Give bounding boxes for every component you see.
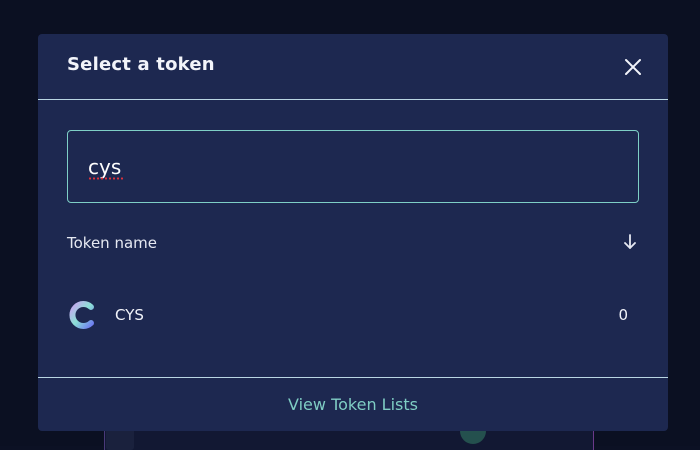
arrow-down-icon xyxy=(624,234,636,249)
modal-header: Select a token xyxy=(38,34,668,100)
token-list-item[interactable]: CYS 0 xyxy=(38,292,668,340)
close-icon xyxy=(625,59,641,75)
footer-divider xyxy=(38,377,668,378)
token-search-input[interactable] xyxy=(67,130,639,203)
close-button[interactable] xyxy=(622,56,644,78)
token-balance: 0 xyxy=(618,306,628,324)
token-name-sort-label: Token name xyxy=(67,234,157,252)
spellcheck-underline xyxy=(88,177,124,180)
sort-button[interactable] xyxy=(622,233,638,251)
token-select-modal: Select a token Token name xyxy=(38,34,668,431)
modal-title: Select a token xyxy=(67,54,215,75)
view-token-lists-link[interactable]: View Token Lists xyxy=(38,395,668,414)
cys-token-logo-icon xyxy=(67,300,97,330)
token-symbol: CYS xyxy=(115,306,144,324)
